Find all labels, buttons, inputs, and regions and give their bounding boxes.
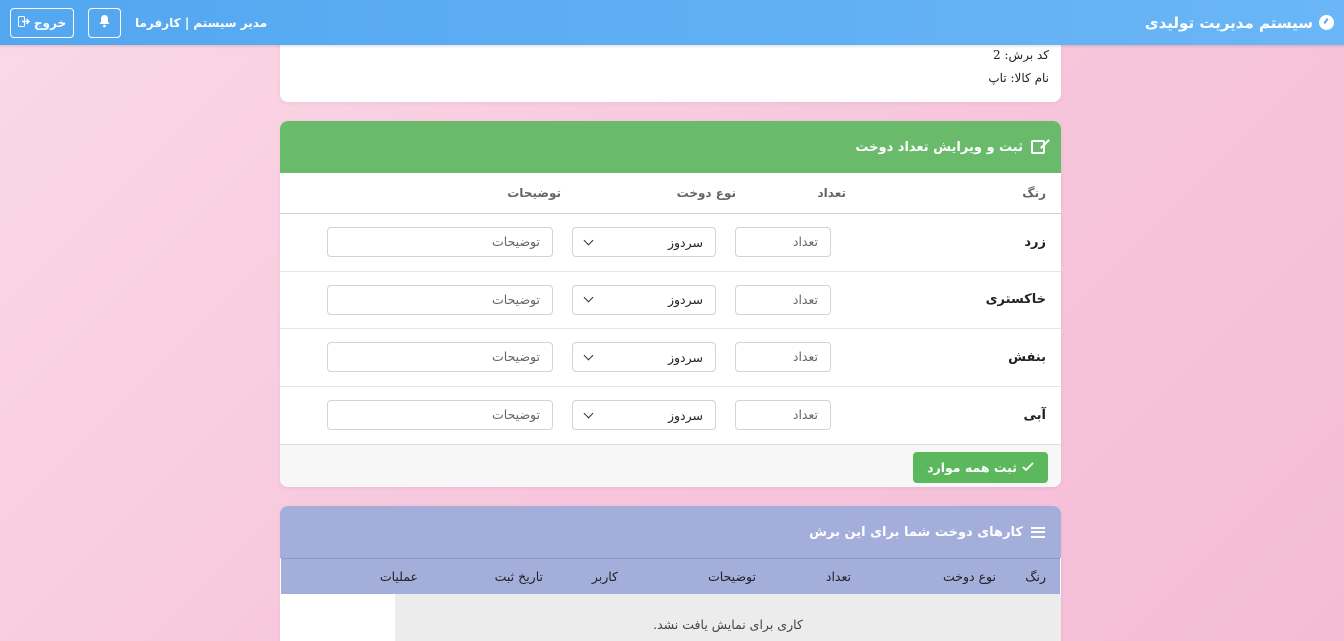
empty-message: کاری برای نمایش یافت نشد. [395,594,1061,641]
column-header: تاریخ ثبت [494,569,543,584]
sewing-type-value: سردوز [667,407,703,423]
header-desc: توضیحات [507,186,561,200]
form-header: ثبت و ویرایش تعداد دوخت [280,121,1061,173]
sewing-type-select[interactable]: سردوز [572,284,716,315]
chevron-down-icon [583,292,594,303]
column-header: تعداد [825,569,851,584]
user-info: مدیر سیستم | کارفرما [135,15,268,30]
form-table-header: رنگ تعداد نوع دوخت توضیحات [280,173,1061,214]
jobs-table-header: رنگ نوع دوخت تعداد توضیحات کاربر تاریخ ث… [281,558,1060,594]
count-input[interactable]: تعداد [735,400,831,431]
product-name-value: تاپ [988,71,1007,85]
sewing-type-value: سردوز [667,349,703,365]
empty-row: کاری برای نمایش یافت نشد. [280,594,1061,641]
sewing-type-select[interactable]: سردوز [572,342,716,373]
cut-code-label: کد برش: [1004,48,1049,62]
sewing-jobs-card: کارهای دوخت شما برای این برش رنگ نوع دوخ… [280,506,1061,641]
sewing-type-select[interactable]: سردوز [572,400,716,431]
form-row: آبی تعداد سردوز توضیحات [280,387,1061,445]
chevron-down-icon [583,408,594,419]
submit-all-label: ثبت همه موارد [927,459,1017,475]
logout-label: خروج [33,15,67,30]
list-icon [1031,526,1045,538]
jobs-title: کارهای دوخت شما برای این برش [809,524,1023,540]
form-footer: ثبت همه موارد [280,444,1061,487]
jobs-header: کارهای دوخت شما برای این برش [280,506,1061,558]
column-header: کاربر [591,569,618,584]
form-row: زرد تعداد سردوز توضیحات [280,214,1061,272]
sewing-type-select[interactable]: سردوز [572,227,716,258]
description-input[interactable]: توضیحات [327,284,553,315]
empty-spacer [280,594,395,641]
column-header: توضیحات [708,569,756,584]
form-row: خاکستری تعداد سردوز توضیحات [280,272,1061,329]
sewing-type-value: سردوز [667,292,703,308]
row-color: آبی [1023,407,1047,423]
column-header: رنگ [1025,569,1046,584]
brand[interactable]: سیستم مدیریت تولیدی [1145,14,1334,32]
count-input[interactable]: تعداد [735,227,831,258]
form-row: بنفش تعداد سردوز توضیحات [280,329,1061,387]
row-color: خاکستری [985,292,1046,308]
bell-icon [98,14,111,31]
notifications-button[interactable] [88,7,121,38]
submit-all-button[interactable]: ثبت همه موارد [913,451,1048,483]
form-title: ثبت و ویرایش تعداد دوخت [855,139,1023,155]
header-color: رنگ [1022,186,1046,200]
count-input[interactable]: تعداد [735,284,831,315]
description-input[interactable]: توضیحات [327,342,553,373]
description-input[interactable]: توضیحات [327,227,553,258]
chevron-down-icon [583,235,594,246]
cut-code: کد برش: 2 [292,44,1049,67]
count-input[interactable]: تعداد [735,342,831,373]
header-type: نوع دوخت [676,186,736,200]
edit-icon [1031,140,1045,154]
brand-title: سیستم مدیریت تولیدی [1144,13,1313,32]
dashboard-icon [1319,15,1334,30]
chevron-down-icon [583,350,594,361]
row-color: زرد [1024,234,1046,250]
sewing-form-card: ثبت و ویرایش تعداد دوخت رنگ تعداد نوع دو… [280,121,1061,487]
column-header: عملیات [379,569,418,584]
navbar-actions: خروج مدیر سیستم | کارفرما [10,7,268,38]
description-input[interactable]: توضیحات [327,400,553,431]
row-color: بنفش [1008,349,1046,365]
cut-code-value: 2 [993,48,1001,62]
header-count: تعداد [817,186,846,200]
sewing-type-value: سردوز [667,234,703,250]
check-icon [1022,460,1034,475]
product-name-label: نام کالا: [1010,71,1050,85]
logout-icon [17,15,30,30]
column-header: نوع دوخت [943,569,996,584]
navbar: خروج مدیر سیستم | کارفرما سیستم مدیریت ت… [0,0,1344,45]
product-name: نام کالا: تاپ [292,67,1049,90]
logout-button[interactable]: خروج [10,7,74,38]
